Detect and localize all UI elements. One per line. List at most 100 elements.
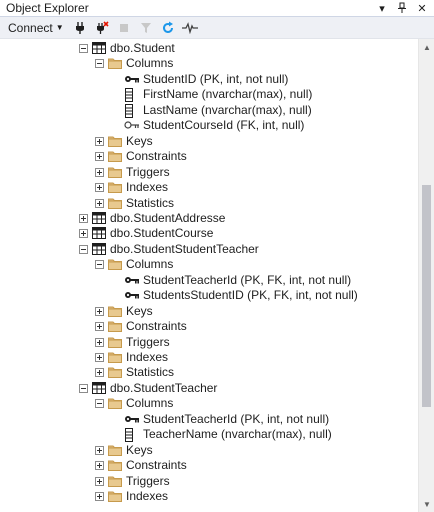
- folder-icon: [108, 258, 124, 272]
- tree-node[interactable]: dbo.StudentCourse: [0, 225, 418, 241]
- expand-icon[interactable]: [95, 337, 104, 347]
- expand-icon[interactable]: [95, 461, 104, 471]
- collapse-icon[interactable]: [95, 59, 104, 69]
- expand-icon[interactable]: [95, 492, 104, 502]
- primary-key-icon: [124, 289, 140, 303]
- tree-node[interactable]: dbo.Student: [0, 40, 418, 56]
- column-icon: [124, 88, 140, 103]
- scroll-down-arrow-icon[interactable]: ▼: [419, 496, 434, 512]
- tree-node[interactable]: Indexes: [0, 488, 418, 504]
- connect-plug-icon[interactable]: [70, 19, 90, 37]
- refresh-icon[interactable]: [158, 19, 178, 37]
- collapse-icon[interactable]: [79, 44, 88, 53]
- tree-node-label: TeacherName (nvarchar(max), null): [143, 427, 332, 442]
- table-icon: [92, 381, 108, 396]
- tree-node[interactable]: StudentsStudentID (PK, FK, int, not null…: [0, 287, 418, 303]
- collapse-icon[interactable]: [79, 244, 88, 254]
- activity-monitor-icon[interactable]: [180, 19, 200, 37]
- pin-icon[interactable]: [394, 0, 410, 16]
- filter-icon[interactable]: [136, 19, 156, 37]
- expand-icon[interactable]: [95, 183, 104, 193]
- folder-icon: [108, 336, 124, 350]
- expand-icon[interactable]: [95, 136, 104, 146]
- scrollbar-thumb[interactable]: [422, 185, 431, 407]
- tree-node[interactable]: Indexes: [0, 179, 418, 195]
- tree-node[interactable]: Constraints: [0, 457, 418, 473]
- tree-node-label: Keys: [126, 442, 153, 457]
- expand-icon[interactable]: [95, 476, 104, 486]
- tree-node[interactable]: Keys: [0, 303, 418, 319]
- primary-key-icon: [124, 413, 140, 427]
- panel-title: Object Explorer: [6, 1, 89, 15]
- tree-node-label: Columns: [126, 56, 174, 71]
- close-icon[interactable]: ✕: [414, 0, 430, 16]
- tree-node[interactable]: Keys: [0, 442, 418, 458]
- tree-node[interactable]: TeacherName (nvarchar(max), null): [0, 426, 418, 443]
- expand-icon[interactable]: [95, 445, 104, 455]
- expand-icon[interactable]: [95, 306, 104, 316]
- expand-icon[interactable]: [79, 213, 88, 223]
- folder-icon: [108, 305, 124, 319]
- tree-node[interactable]: StudentID (PK, int, not null): [0, 71, 418, 87]
- tree-node[interactable]: Columns: [0, 256, 418, 272]
- tree-node-label: StudentCourseId (FK, int, null): [143, 118, 305, 133]
- vertical-scrollbar[interactable]: ▲ ▼: [418, 39, 434, 512]
- tree-node[interactable]: StudentCourseId (FK, int, null): [0, 117, 418, 133]
- tree-node-label: Triggers: [126, 164, 170, 179]
- tree-node-label: Triggers: [126, 334, 170, 349]
- scroll-up-arrow-icon[interactable]: ▲: [419, 39, 434, 55]
- connect-button[interactable]: Connect ▼: [4, 19, 68, 37]
- tree-node[interactable]: Triggers: [0, 164, 418, 180]
- expand-icon[interactable]: [95, 198, 104, 208]
- collapse-icon[interactable]: [95, 399, 104, 409]
- expand-icon[interactable]: [95, 152, 104, 162]
- tree-node[interactable]: Statistics: [0, 195, 418, 211]
- tree-node[interactable]: Columns: [0, 55, 418, 71]
- tree-node[interactable]: dbo.StudentAddresse: [0, 210, 418, 226]
- chevron-down-icon[interactable]: ▾: [374, 0, 390, 16]
- tree-node[interactable]: dbo.StudentStudentTeacher: [0, 241, 418, 257]
- tree-node-label: Indexes: [126, 180, 169, 195]
- folder-icon: [108, 197, 124, 211]
- tree-node[interactable]: Keys: [0, 133, 418, 149]
- tree-node[interactable]: Triggers: [0, 334, 418, 350]
- tree-node-label: Constraints: [126, 149, 187, 164]
- primary-key-icon: [124, 274, 140, 288]
- expand-icon[interactable]: [95, 167, 104, 177]
- folder-icon: [108, 444, 124, 458]
- tree-node[interactable]: Columns: [0, 395, 418, 411]
- tree-node[interactable]: FirstName (nvarchar(max), null): [0, 86, 418, 103]
- collapse-icon[interactable]: [95, 260, 104, 270]
- tree-node[interactable]: Constraints: [0, 318, 418, 334]
- expand-icon[interactable]: [79, 229, 88, 239]
- tree-node[interactable]: Indexes: [0, 349, 418, 365]
- tree-node[interactable]: Constraints: [0, 148, 418, 164]
- tree-node-label: dbo.Student: [110, 41, 175, 55]
- expand-icon[interactable]: [95, 368, 104, 378]
- object-explorer-toolbar: Connect ▼: [0, 17, 434, 39]
- disconnect-icon[interactable]: [92, 19, 112, 37]
- tree-node-label: dbo.StudentCourse: [110, 226, 214, 241]
- tree-node-label: StudentsStudentID (PK, FK, int, not null…: [143, 288, 358, 303]
- tree-node-label: Constraints: [126, 319, 187, 334]
- tree-node[interactable]: LastName (nvarchar(max), null): [0, 102, 418, 118]
- foreign-key-icon: [124, 119, 140, 133]
- folder-icon: [108, 57, 124, 71]
- collapse-icon[interactable]: [79, 383, 88, 393]
- tree-node-label: Columns: [126, 257, 174, 272]
- tree-node[interactable]: StudentTeacherId (PK, int, not null): [0, 411, 418, 427]
- stop-icon[interactable]: [114, 19, 134, 37]
- tree-node[interactable]: Triggers: [0, 473, 418, 489]
- folder-icon: [108, 366, 124, 380]
- tree-node-label: Columns: [126, 396, 174, 411]
- folder-icon: [108, 475, 124, 489]
- tree-node[interactable]: StudentTeacherId (PK, FK, int, not null): [0, 272, 418, 288]
- table-icon: [92, 227, 108, 241]
- folder-icon: [108, 150, 124, 164]
- expand-icon[interactable]: [95, 353, 104, 362]
- table-icon: [92, 42, 108, 56]
- tree-node-label: Triggers: [126, 473, 170, 488]
- expand-icon[interactable]: [95, 322, 104, 332]
- tree-node[interactable]: Statistics: [0, 364, 418, 380]
- tree-node[interactable]: dbo.StudentTeacher: [0, 380, 418, 396]
